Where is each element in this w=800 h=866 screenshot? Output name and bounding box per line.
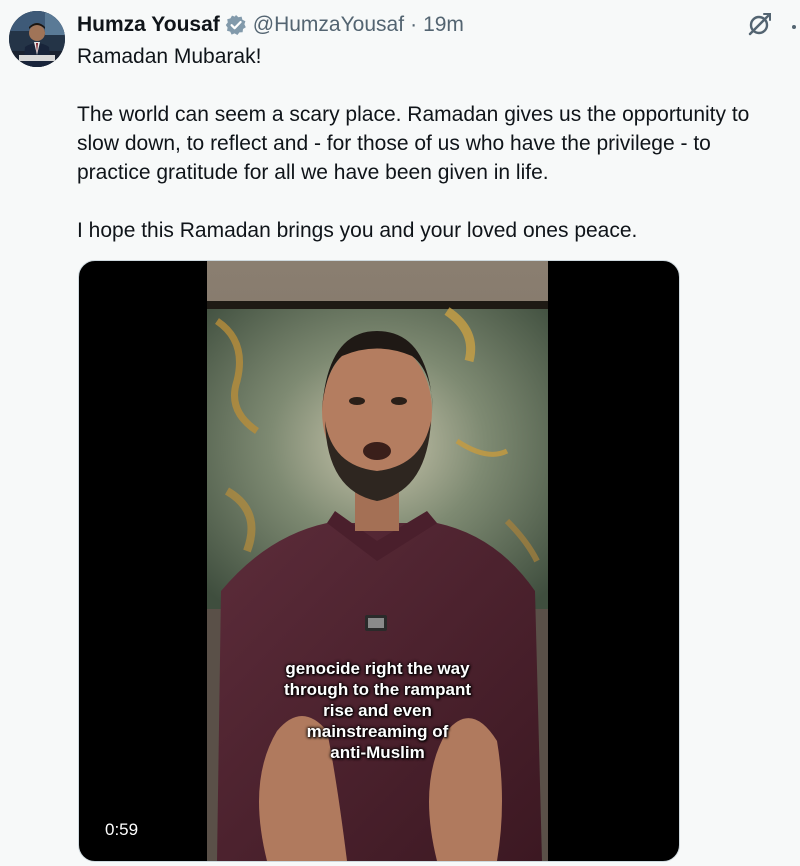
video-caption-line: genocide right the way xyxy=(285,659,470,678)
video-duration: 0:59 xyxy=(100,818,144,842)
video-caption-line: mainstreaming of xyxy=(306,722,449,741)
header-separator: · xyxy=(410,13,418,36)
author-display-name[interactable]: Humza Yousaf xyxy=(77,13,220,37)
tweet: Humza Yousaf @HumzaYousaf · 19m Ramadan … xyxy=(0,0,800,866)
tweet-text-line: Ramadan Mubarak! xyxy=(77,45,262,68)
video-caption-line: anti-Muslim xyxy=(330,743,425,762)
more-options-icon[interactable] xyxy=(792,25,796,29)
tweet-timestamp[interactable]: 19m xyxy=(423,13,464,37)
grok-icon[interactable] xyxy=(746,12,772,38)
video-player[interactable]: genocide right the way through to the ra… xyxy=(78,260,680,862)
video-caption: genocide right the way through to the ra… xyxy=(207,658,548,763)
tweet-text-line: I hope this Ramadan brings you and your … xyxy=(77,219,638,242)
tweet-actions-top xyxy=(740,8,800,42)
tweet-text-line: The world can seem a scary place. Ramada… xyxy=(77,103,750,184)
video-frame xyxy=(207,261,548,861)
video-caption-line: through to the rampant xyxy=(284,680,471,699)
avatar[interactable] xyxy=(9,11,65,67)
tweet-text: Ramadan Mubarak! The world can seem a sc… xyxy=(77,42,789,245)
tweet-header: Humza Yousaf @HumzaYousaf · 19m xyxy=(77,11,464,39)
video-caption-line: rise and even xyxy=(323,701,432,720)
verified-badge-icon xyxy=(225,14,247,36)
author-handle[interactable]: @HumzaYousaf xyxy=(253,13,404,37)
